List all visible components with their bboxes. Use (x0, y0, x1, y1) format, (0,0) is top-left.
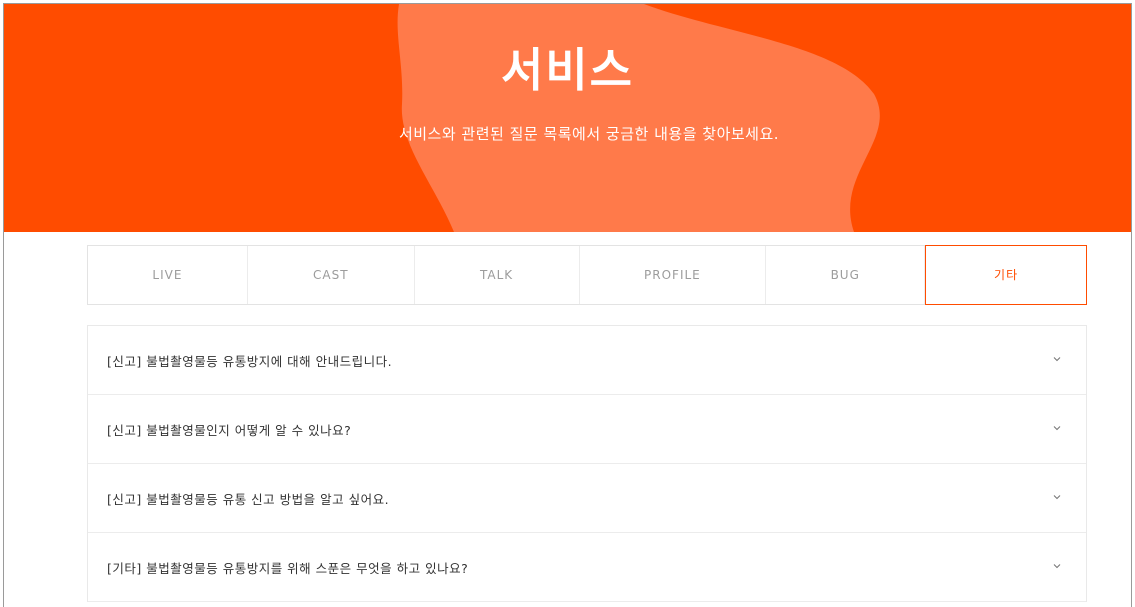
page-frame: 서비스 서비스와 관련된 질문 목록에서 궁금한 내용을 찾아보세요. LIVE… (3, 3, 1132, 607)
tab-talk[interactable]: TALK (415, 246, 580, 304)
chevron-down-icon[interactable] (1052, 354, 1062, 364)
faq-question: [신고] 불법촬영물등 유통방지에 대해 안내드립니다. (107, 354, 393, 369)
chevron-down-icon[interactable] (1052, 423, 1062, 433)
faq-question: [신고] 불법촬영물인지 어떻게 알 수 있나요? (107, 423, 352, 438)
tab-profile[interactable]: PROFILE (580, 246, 767, 304)
faq-item[interactable]: [기타] 불법촬영물등 유통방지를 위해 스푼은 무엇을 하고 있나요? (88, 533, 1086, 602)
hero-banner: 서비스 서비스와 관련된 질문 목록에서 궁금한 내용을 찾아보세요. (4, 4, 1131, 232)
chevron-down-icon[interactable] (1052, 561, 1062, 571)
faq-item[interactable]: [신고] 불법촬영물등 유통 신고 방법을 알고 싶어요. (88, 464, 1086, 533)
tab-bug[interactable]: BUG (766, 246, 926, 304)
faq-question: [신고] 불법촬영물등 유통 신고 방법을 알고 싶어요. (107, 492, 390, 507)
faq-list: [신고] 불법촬영물등 유통방지에 대해 안내드립니다. [신고] 불법촬영물인… (87, 325, 1087, 602)
faq-item[interactable]: [신고] 불법촬영물인지 어떻게 알 수 있나요? (88, 395, 1086, 464)
tab-cast[interactable]: CAST (248, 246, 415, 304)
tab-live[interactable]: LIVE (88, 246, 248, 304)
faq-question: [기타] 불법촬영물등 유통방지를 위해 스푼은 무엇을 하고 있나요? (107, 561, 469, 576)
faq-item[interactable]: [신고] 불법촬영물등 유통방지에 대해 안내드립니다. (88, 326, 1086, 395)
page-title: 서비스 (501, 43, 634, 97)
category-tabs: LIVE CAST TALK PROFILE BUG 기타 (87, 245, 1087, 305)
chevron-down-icon[interactable] (1052, 492, 1062, 502)
tab-etc[interactable]: 기타 (925, 245, 1087, 305)
page-subtitle: 서비스와 관련된 질문 목록에서 궁금한 내용을 찾아보세요. (398, 125, 780, 143)
